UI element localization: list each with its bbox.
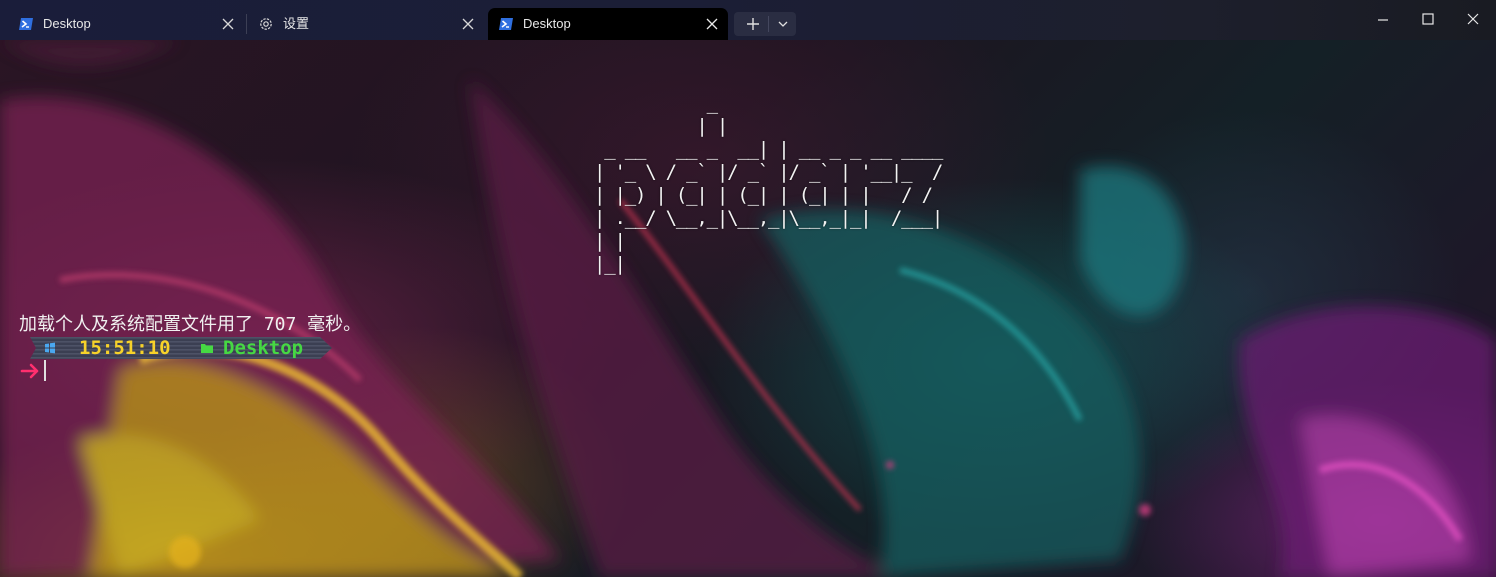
- tab-desktop-active[interactable]: Desktop: [488, 8, 728, 40]
- ascii-banner: _ | | _ __ __ _ __| | __ _ _ __ ____ | '…: [594, 92, 943, 275]
- divider: [768, 16, 769, 32]
- close-tab-icon[interactable]: [458, 14, 478, 34]
- close-window-button[interactable]: [1450, 0, 1496, 40]
- text-cursor[interactable]: [44, 360, 46, 381]
- powershell-icon: [499, 18, 513, 30]
- chevron-down-icon[interactable]: [770, 12, 796, 36]
- new-tab-group: [734, 12, 796, 36]
- minimize-button[interactable]: [1360, 0, 1406, 40]
- arrow-right-icon: [20, 363, 39, 379]
- tab-settings[interactable]: 设置: [248, 8, 484, 40]
- close-tab-icon[interactable]: [702, 14, 722, 34]
- prompt-segment: 15:51:10 Desktop: [30, 337, 332, 359]
- tab-label: Desktop: [43, 16, 91, 31]
- new-tab-button[interactable]: [738, 12, 768, 36]
- tab-label: Desktop: [523, 16, 571, 31]
- tab-bar: Desktop 设置 Desktop: [0, 0, 1496, 40]
- tab-desktop-1[interactable]: Desktop: [8, 8, 244, 40]
- maximize-button[interactable]: [1405, 0, 1451, 40]
- profile-load-message: 加载个人及系统配置文件用了 707 毫秒。: [19, 314, 362, 335]
- terminal-pane[interactable]: _ | | _ __ __ _ __| | __ _ _ __ ____ | '…: [0, 40, 1496, 577]
- powershell-icon: [19, 18, 33, 30]
- gear-icon: [260, 18, 272, 30]
- prompt-directory: Desktop: [223, 337, 304, 359]
- terminal-window: Desktop 设置 Desktop _ | | _ __ __ _ __| |…: [0, 0, 1496, 577]
- prompt-time: 15:51:10: [79, 337, 171, 359]
- close-tab-icon[interactable]: [218, 14, 238, 34]
- tab-separator: [246, 14, 247, 34]
- folder-icon: [201, 344, 213, 353]
- tab-label: 设置: [283, 16, 310, 31]
- windows-icon: [45, 342, 55, 354]
